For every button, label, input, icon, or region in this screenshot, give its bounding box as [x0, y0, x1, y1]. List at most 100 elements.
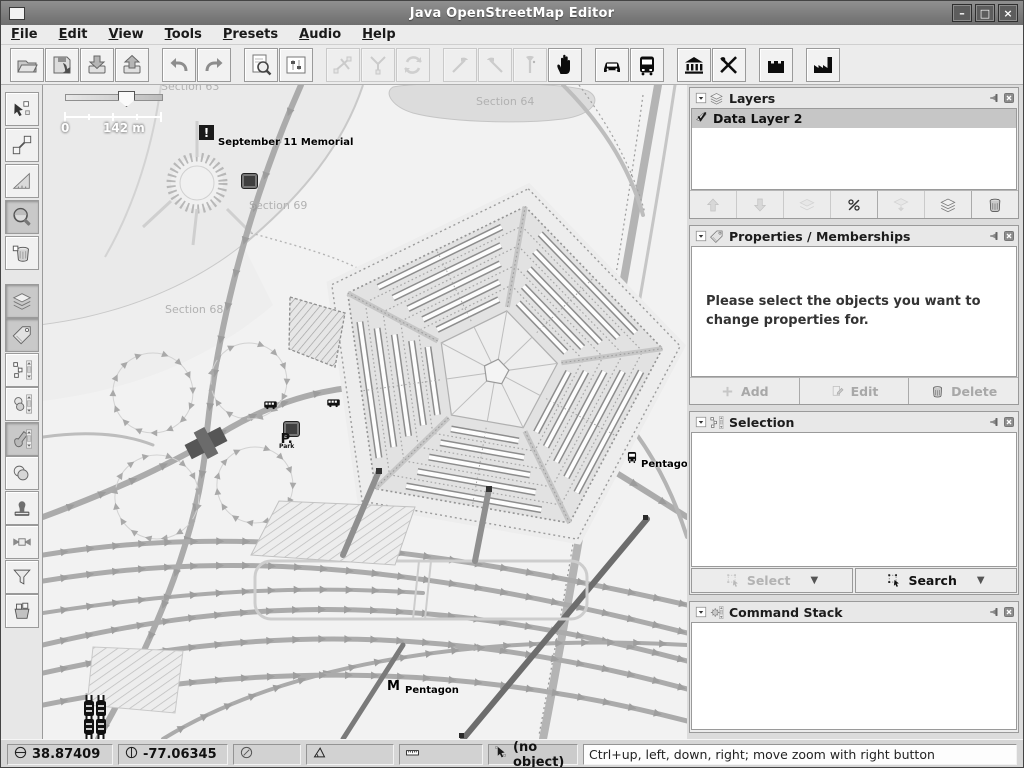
menu-tools[interactable]: Tools — [165, 27, 202, 42]
layer-merge-down-button[interactable] — [878, 191, 925, 218]
angle-icon — [312, 745, 327, 764]
upload-button[interactable] — [115, 48, 149, 82]
delete-tool-button[interactable] — [5, 236, 39, 270]
hand-button[interactable] — [548, 48, 582, 82]
duplicate-icon — [939, 196, 957, 214]
command-stack-panel: Command Stack — [689, 601, 1019, 733]
relations-tool-button[interactable] — [5, 456, 39, 490]
collapse-icon[interactable] — [695, 606, 707, 618]
memorial-label: September 11 Memorial — [218, 137, 353, 148]
title-bar[interactable]: Java OpenStreetMap Editor – □ × — [1, 1, 1023, 25]
close-button[interactable]: × — [998, 4, 1018, 22]
panel-close-icon[interactable] — [1003, 92, 1015, 104]
draw-node-tool-button[interactable] — [5, 128, 39, 162]
trash-icon — [986, 196, 1004, 214]
bus-side-icon — [326, 395, 341, 414]
layer-opacity-button[interactable] — [831, 191, 878, 218]
panel-close-icon[interactable] — [1003, 606, 1015, 618]
tool-axe-3-icon — [518, 53, 542, 77]
unglue-ways-button[interactable] — [326, 48, 360, 82]
layer-row[interactable]: Data Layer 2 — [692, 109, 1016, 128]
tool-axe-3-button[interactable] — [513, 48, 547, 82]
panel-close-icon[interactable] — [1003, 230, 1015, 242]
download-button[interactable] — [80, 48, 114, 82]
compass-icon — [239, 745, 254, 760]
delete-button[interactable]: Delete — [909, 378, 1018, 404]
tags-tool-button[interactable] — [5, 318, 39, 352]
bus-icon — [635, 53, 659, 77]
layer-up-button[interactable] — [690, 191, 737, 218]
measure-tool-button[interactable] — [5, 164, 39, 198]
merge-ways-button[interactable] — [361, 48, 395, 82]
conflict-tool-button[interactable] — [5, 525, 39, 559]
draw-node-icon — [11, 134, 33, 156]
layer-duplicate-button[interactable] — [925, 191, 972, 218]
menu-file[interactable]: File — [11, 27, 38, 42]
undo-icon — [167, 53, 191, 77]
properties-content: Please select the objects you want to ch… — [691, 246, 1017, 377]
bus-icon — [625, 450, 639, 464]
menu-audio[interactable]: Audio — [299, 27, 341, 42]
bus-button[interactable] — [630, 48, 664, 82]
bank-button[interactable] — [677, 48, 711, 82]
search-button[interactable]: Search▼ — [855, 568, 1017, 593]
zoom-slider[interactable] — [65, 94, 163, 101]
layer-trash-button[interactable] — [972, 191, 1018, 218]
castle-icon — [764, 53, 788, 77]
car-button[interactable] — [595, 48, 629, 82]
restaurant-button[interactable] — [712, 48, 746, 82]
factory-button[interactable] — [806, 48, 840, 82]
select-button[interactable]: Select▼ — [691, 568, 853, 593]
collapse-icon[interactable] — [695, 416, 707, 428]
collapse-icon[interactable] — [695, 230, 707, 242]
move-tool-button[interactable] — [5, 92, 39, 126]
changeset-tool-button[interactable] — [5, 594, 39, 628]
history-tool-button[interactable] — [5, 491, 39, 525]
collapse-icon[interactable] — [695, 92, 707, 104]
save-button[interactable] — [45, 48, 79, 82]
layer-merge-layers-button[interactable] — [784, 191, 831, 218]
layer-down-button[interactable] — [737, 191, 784, 218]
layer-visible-icon[interactable] — [694, 109, 710, 128]
unglue-ways-icon — [331, 53, 355, 77]
menu-help[interactable]: Help — [362, 27, 395, 42]
filter-tool-button[interactable] — [5, 560, 39, 594]
preferences-toggles-button[interactable] — [279, 48, 313, 82]
map-label-section-68: Section 68 — [165, 303, 223, 316]
angle-indicator — [306, 744, 394, 765]
hand-icon — [553, 53, 577, 77]
mappaint-icon — [11, 428, 33, 450]
tool-axe-1-button[interactable] — [443, 48, 477, 82]
ruler-icon — [405, 745, 420, 764]
panel-close-icon[interactable] — [1003, 416, 1015, 428]
search-preferences-button[interactable] — [244, 48, 278, 82]
map-canvas[interactable] — [43, 85, 687, 739]
selection-list[interactable] — [691, 432, 1017, 567]
redo-button[interactable] — [197, 48, 231, 82]
add-button[interactable]: Add — [690, 378, 800, 404]
open-folder-button[interactable] — [10, 48, 44, 82]
pin-icon[interactable] — [989, 606, 1001, 618]
relation-list-tool-button[interactable] — [5, 387, 39, 421]
tool-axe-2-button[interactable] — [478, 48, 512, 82]
layers-list-tool-button[interactable] — [5, 284, 39, 318]
pin-icon[interactable] — [989, 230, 1001, 242]
maximize-button[interactable]: □ — [975, 4, 995, 22]
mappaint-tool-button[interactable] — [5, 422, 39, 456]
cmd-gear-icon — [709, 605, 724, 620]
menu-edit[interactable]: Edit — [59, 27, 88, 42]
bus-side-icon — [263, 397, 278, 416]
castle-button[interactable] — [759, 48, 793, 82]
selection-panel: Selection Select▼Search▼ — [689, 411, 1019, 595]
pin-icon[interactable] — [989, 416, 1001, 428]
menu-view[interactable]: View — [109, 27, 144, 42]
sync-button[interactable] — [396, 48, 430, 82]
selection-list-icon — [709, 415, 724, 430]
edit-button[interactable]: Edit — [800, 378, 910, 404]
menu-presets[interactable]: Presets — [223, 27, 278, 42]
selection-list-tool-button[interactable] — [5, 353, 39, 387]
pin-icon[interactable] — [989, 92, 1001, 104]
zoom-tool-button[interactable] — [5, 200, 39, 234]
minimize-button[interactable]: – — [952, 4, 972, 22]
undo-button[interactable] — [162, 48, 196, 82]
